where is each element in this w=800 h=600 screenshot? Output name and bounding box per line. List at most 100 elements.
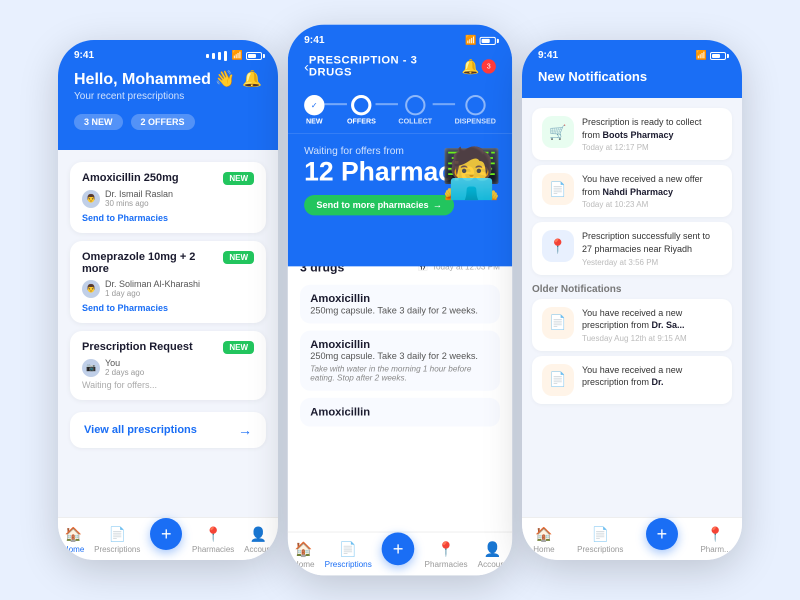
plus-icon-1[interactable]: + <box>150 518 182 550</box>
rx-time-1: 30 mins ago <box>105 199 173 208</box>
notif-time-2: Today at 10:23 AM <box>582 200 722 209</box>
phone3-body: 🛒 Prescription is ready to collect from … <box>522 98 742 517</box>
step-circle-offers <box>351 95 371 115</box>
illustration: 🧑‍💻 <box>441 144 502 202</box>
notif-icon-1: 🛒 <box>542 116 574 148</box>
time-3: 9:41 <box>538 50 558 61</box>
rx-title-2: Omeprazole 10mg + 2 more <box>82 251 223 275</box>
send-more-label: Send to more pharmacies <box>316 200 428 210</box>
notif-icon-4: 📄 <box>542 307 574 339</box>
arrow-right-icon: → <box>238 422 252 438</box>
step-label-offers: OFFERS <box>347 118 376 125</box>
drug-name-3: Amoxicillin <box>310 406 490 418</box>
nav-prescriptions-1[interactable]: 📄 Prescriptions <box>94 526 140 554</box>
nav-prescriptions-2[interactable]: 📄 Prescriptions <box>325 541 372 570</box>
nav-prescriptions-label-3: Prescriptions <box>577 545 623 554</box>
nav-home-label-2: Home <box>293 560 315 569</box>
notif-content-3: Prescription successfully sent to 27 pha… <box>582 230 722 266</box>
battery-icon-3 <box>710 52 726 60</box>
step-label-new: NEW <box>306 118 323 125</box>
phone1-body: Amoxicillin 250mg NEW 👨 Dr. Ismail Rasla… <box>58 150 278 517</box>
steps-row: ✓ NEW OFFERS COLLECT DISPENSED <box>304 87 496 134</box>
phone2: 9:41 📶 ‹ PRESCRIPTION - 3 DRUGS 🔔 3 ✓ NE… <box>288 25 512 576</box>
avatar-2: 👨 <box>82 280 100 298</box>
home-icon-2: 🏠 <box>295 541 313 558</box>
rx-card-3-header: Prescription Request NEW <box>82 341 254 354</box>
waiting-text-3: Waiting for offers... <box>82 380 254 390</box>
drug-card-1: Amoxicillin 250mg capsule. Take 3 daily … <box>300 284 500 323</box>
notif-content-1: Prescription is ready to collect from Bo… <box>582 116 722 152</box>
drug-dose-2: 250mg capsule. Take 3 daily for 2 weeks. <box>310 351 490 361</box>
step-dispensed: DISPENSED <box>455 95 496 126</box>
nav-account-1[interactable]: 👤 Account <box>244 526 273 554</box>
send-link-1[interactable]: Send to Pharmacies <box>82 213 254 223</box>
pharmacies-icon-3: 📍 <box>707 526 724 543</box>
tag-new: 3 NEW <box>74 114 123 130</box>
home-icon-1: 🏠 <box>65 526 82 543</box>
step-conn-1 <box>325 103 347 105</box>
step-conn-2 <box>376 103 398 105</box>
p2-title: PRESCRIPTION - 3 DRUGS <box>309 54 462 78</box>
avatar-3: 📷 <box>82 359 100 377</box>
plus-icon-3[interactable]: + <box>646 518 678 550</box>
notif-text-1: Prescription is ready to collect from Bo… <box>582 116 722 141</box>
notif-text-2: You have received a new offer from Nahdi… <box>582 173 722 198</box>
view-all-btn[interactable]: View all prescriptions → <box>70 412 266 448</box>
rx-title-3: Prescription Request <box>82 341 193 353</box>
home-icon-3: 🏠 <box>535 526 552 543</box>
send-link-2[interactable]: Send to Pharmacies <box>82 303 254 313</box>
nav-pharmacies-label-2: Pharmacies <box>425 560 468 569</box>
drug-note-2: Take with water in the morning 1 hour be… <box>310 364 490 382</box>
notif-time-3: Yesterday at 3:56 PM <box>582 258 722 267</box>
status-icons-2: 📶 <box>465 35 496 46</box>
notif-card-4: 📄 You have received a new prescription f… <box>532 299 732 351</box>
nav-request-3[interactable]: + <box>646 526 678 554</box>
step-new: ✓ NEW <box>304 95 324 126</box>
rx-doc-name-3: You <box>105 358 144 368</box>
status-icons-1: 📶 <box>206 50 262 61</box>
bell-icon-2[interactable]: 🔔 <box>462 58 480 75</box>
time-1: 9:41 <box>74 50 94 61</box>
nav-prescriptions-3[interactable]: 📄 Prescriptions <box>577 526 623 554</box>
prescriptions-icon-2: 📄 <box>339 541 357 558</box>
nav-home-2[interactable]: 🏠 Home <box>293 541 315 570</box>
battery-icon-2 <box>480 36 496 44</box>
nav-pharmacies-1[interactable]: 📍 Pharmacies <box>192 526 234 554</box>
nav-pharmacies-label-1: Pharmacies <box>192 545 234 554</box>
notif-icon-5: 📄 <box>542 364 574 396</box>
nav-pharmacies-3[interactable]: 📍 Pharm... <box>700 526 730 554</box>
nav-account-2[interactable]: 👤 Account <box>478 541 507 570</box>
status-bar-3: 9:41 📶 <box>538 50 726 61</box>
status-bar-1: 9:41 📶 <box>74 50 262 61</box>
prescriptions-icon-1: 📄 <box>109 526 126 543</box>
nav-request-2[interactable]: + <box>382 541 415 570</box>
status-bar-2: 9:41 📶 <box>304 35 496 46</box>
bottom-nav-1: 🏠 Home 📄 Prescriptions + 📍 Pharmacies 👤 … <box>58 517 278 560</box>
status-icons-3: 📶 <box>696 50 726 61</box>
bell-icon[interactable]: 🔔 <box>242 69 262 89</box>
older-title: Older Notifications <box>532 284 732 295</box>
phones-container: 9:41 📶 Hello, Mohammed 👋 Your recent pre… <box>38 10 762 590</box>
rx-card-2: Omeprazole 10mg + 2 more NEW 👨 Dr. Solim… <box>70 241 266 323</box>
step-circle-dispensed <box>465 95 485 115</box>
drug-name-2: Amoxicillin <box>310 338 490 350</box>
drug-card-2: Amoxicillin 250mg capsule. Take 3 daily … <box>300 330 500 390</box>
send-more-btn[interactable]: Send to more pharmacies → <box>304 195 454 215</box>
account-icon-2: 👤 <box>484 541 502 558</box>
step-circle-new: ✓ <box>304 95 324 115</box>
pharmacies-icon-2: 📍 <box>437 541 455 558</box>
nav-pharmacies-2[interactable]: 📍 Pharmacies <box>425 541 468 570</box>
plus-icon-2[interactable]: + <box>382 533 415 566</box>
rx-time-3: 2 days ago <box>105 368 144 377</box>
phone3: 9:41 📶 New Notifications 🛒 Prescription … <box>522 40 742 560</box>
nav-request-1[interactable]: + <box>150 526 182 554</box>
rx-doc-name-1: Dr. Ismail Raslan <box>105 189 173 199</box>
notif-card-1: 🛒 Prescription is ready to collect from … <box>532 108 732 160</box>
notif-icon-3: 📍 <box>542 230 574 262</box>
rx-time-2: 1 day ago <box>105 289 200 298</box>
drug-name-1: Amoxicillin <box>310 292 490 304</box>
time-2: 9:41 <box>304 35 324 46</box>
nav-home-3[interactable]: 🏠 Home <box>533 526 554 554</box>
phone2-banner: Waiting for offers from 12 Pharmacies Se… <box>288 134 512 266</box>
nav-home-1[interactable]: 🏠 Home <box>63 526 84 554</box>
